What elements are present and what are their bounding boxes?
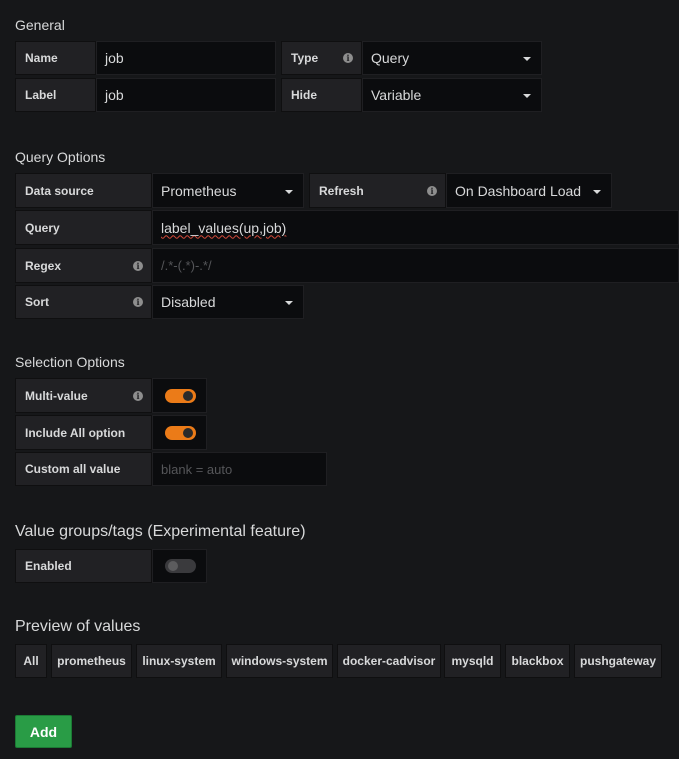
hide-label: Hide xyxy=(281,78,362,112)
toggle-knob xyxy=(183,427,193,438)
hide-select[interactable]: Variable xyxy=(362,78,542,112)
refresh-label: Refresh i xyxy=(309,173,446,208)
add-button[interactable]: Add xyxy=(15,715,72,748)
info-icon[interactable]: i xyxy=(343,53,353,63)
caret-down-icon xyxy=(523,57,531,61)
section-title-query-options: Query Options xyxy=(15,149,106,165)
section-title-preview: Preview of values xyxy=(15,618,141,635)
preview-value-chip: pushgateway xyxy=(574,644,662,678)
preview-value-chip: mysqld xyxy=(444,644,501,678)
regex-input[interactable]: /.*-(.*)-.*/ xyxy=(152,248,679,283)
multi-value-label: Multi-value i xyxy=(15,378,152,413)
section-title-general: General xyxy=(15,17,65,33)
info-icon[interactable]: i xyxy=(427,185,437,196)
preview-value-chip: windows-system xyxy=(226,644,333,678)
name-label: Name xyxy=(15,41,96,75)
section-title-value-groups: Value groups/tags (Experimental feature) xyxy=(15,523,306,540)
type-label: Type i xyxy=(281,41,362,75)
caret-down-icon xyxy=(285,189,293,194)
info-icon[interactable]: i xyxy=(133,390,143,401)
enabled-label: Enabled xyxy=(15,549,152,583)
multi-value-toggle-wrap xyxy=(152,378,207,413)
preview-value-chip: linux-system xyxy=(136,644,222,678)
name-input[interactable]: job xyxy=(96,41,276,75)
include-all-toggle[interactable] xyxy=(165,425,196,440)
query-input[interactable]: label_values(up,job) xyxy=(152,210,679,245)
label-label: Label xyxy=(15,78,96,112)
custom-all-input[interactable]: blank = auto xyxy=(152,452,327,486)
multi-value-toggle[interactable] xyxy=(165,388,196,403)
custom-all-label: Custom all value xyxy=(15,452,152,486)
enabled-toggle-wrap xyxy=(152,549,207,583)
caret-down-icon xyxy=(523,94,531,98)
caret-down-icon xyxy=(285,301,293,305)
query-text: label_values(up,job) xyxy=(161,219,287,236)
info-icon[interactable]: i xyxy=(133,297,143,307)
query-label: Query xyxy=(15,210,152,245)
toggle-knob xyxy=(168,561,178,571)
toggle-knob xyxy=(183,390,193,401)
datasource-select[interactable]: Prometheus xyxy=(152,173,304,208)
refresh-select[interactable]: On Dashboard Load xyxy=(446,173,612,208)
info-icon[interactable]: i xyxy=(133,260,143,271)
include-all-toggle-wrap xyxy=(152,415,207,450)
preview-value-chip: docker-cadvisor xyxy=(337,644,441,678)
include-all-label: Include All option xyxy=(15,415,152,450)
sort-select[interactable]: Disabled xyxy=(152,285,304,319)
enabled-toggle[interactable] xyxy=(165,559,196,573)
preview-value-chip: prometheus xyxy=(51,644,132,678)
preview-value-chip: blackbox xyxy=(505,644,570,678)
caret-down-icon xyxy=(593,189,601,194)
sort-label: Sort i xyxy=(15,285,152,319)
section-title-selection-options: Selection Options xyxy=(15,354,125,370)
datasource-label: Data source xyxy=(15,173,152,208)
preview-value-chip: All xyxy=(15,644,47,678)
type-select[interactable]: Query xyxy=(362,41,542,75)
label-input[interactable]: job xyxy=(96,78,276,112)
regex-label: Regex i xyxy=(15,248,152,283)
